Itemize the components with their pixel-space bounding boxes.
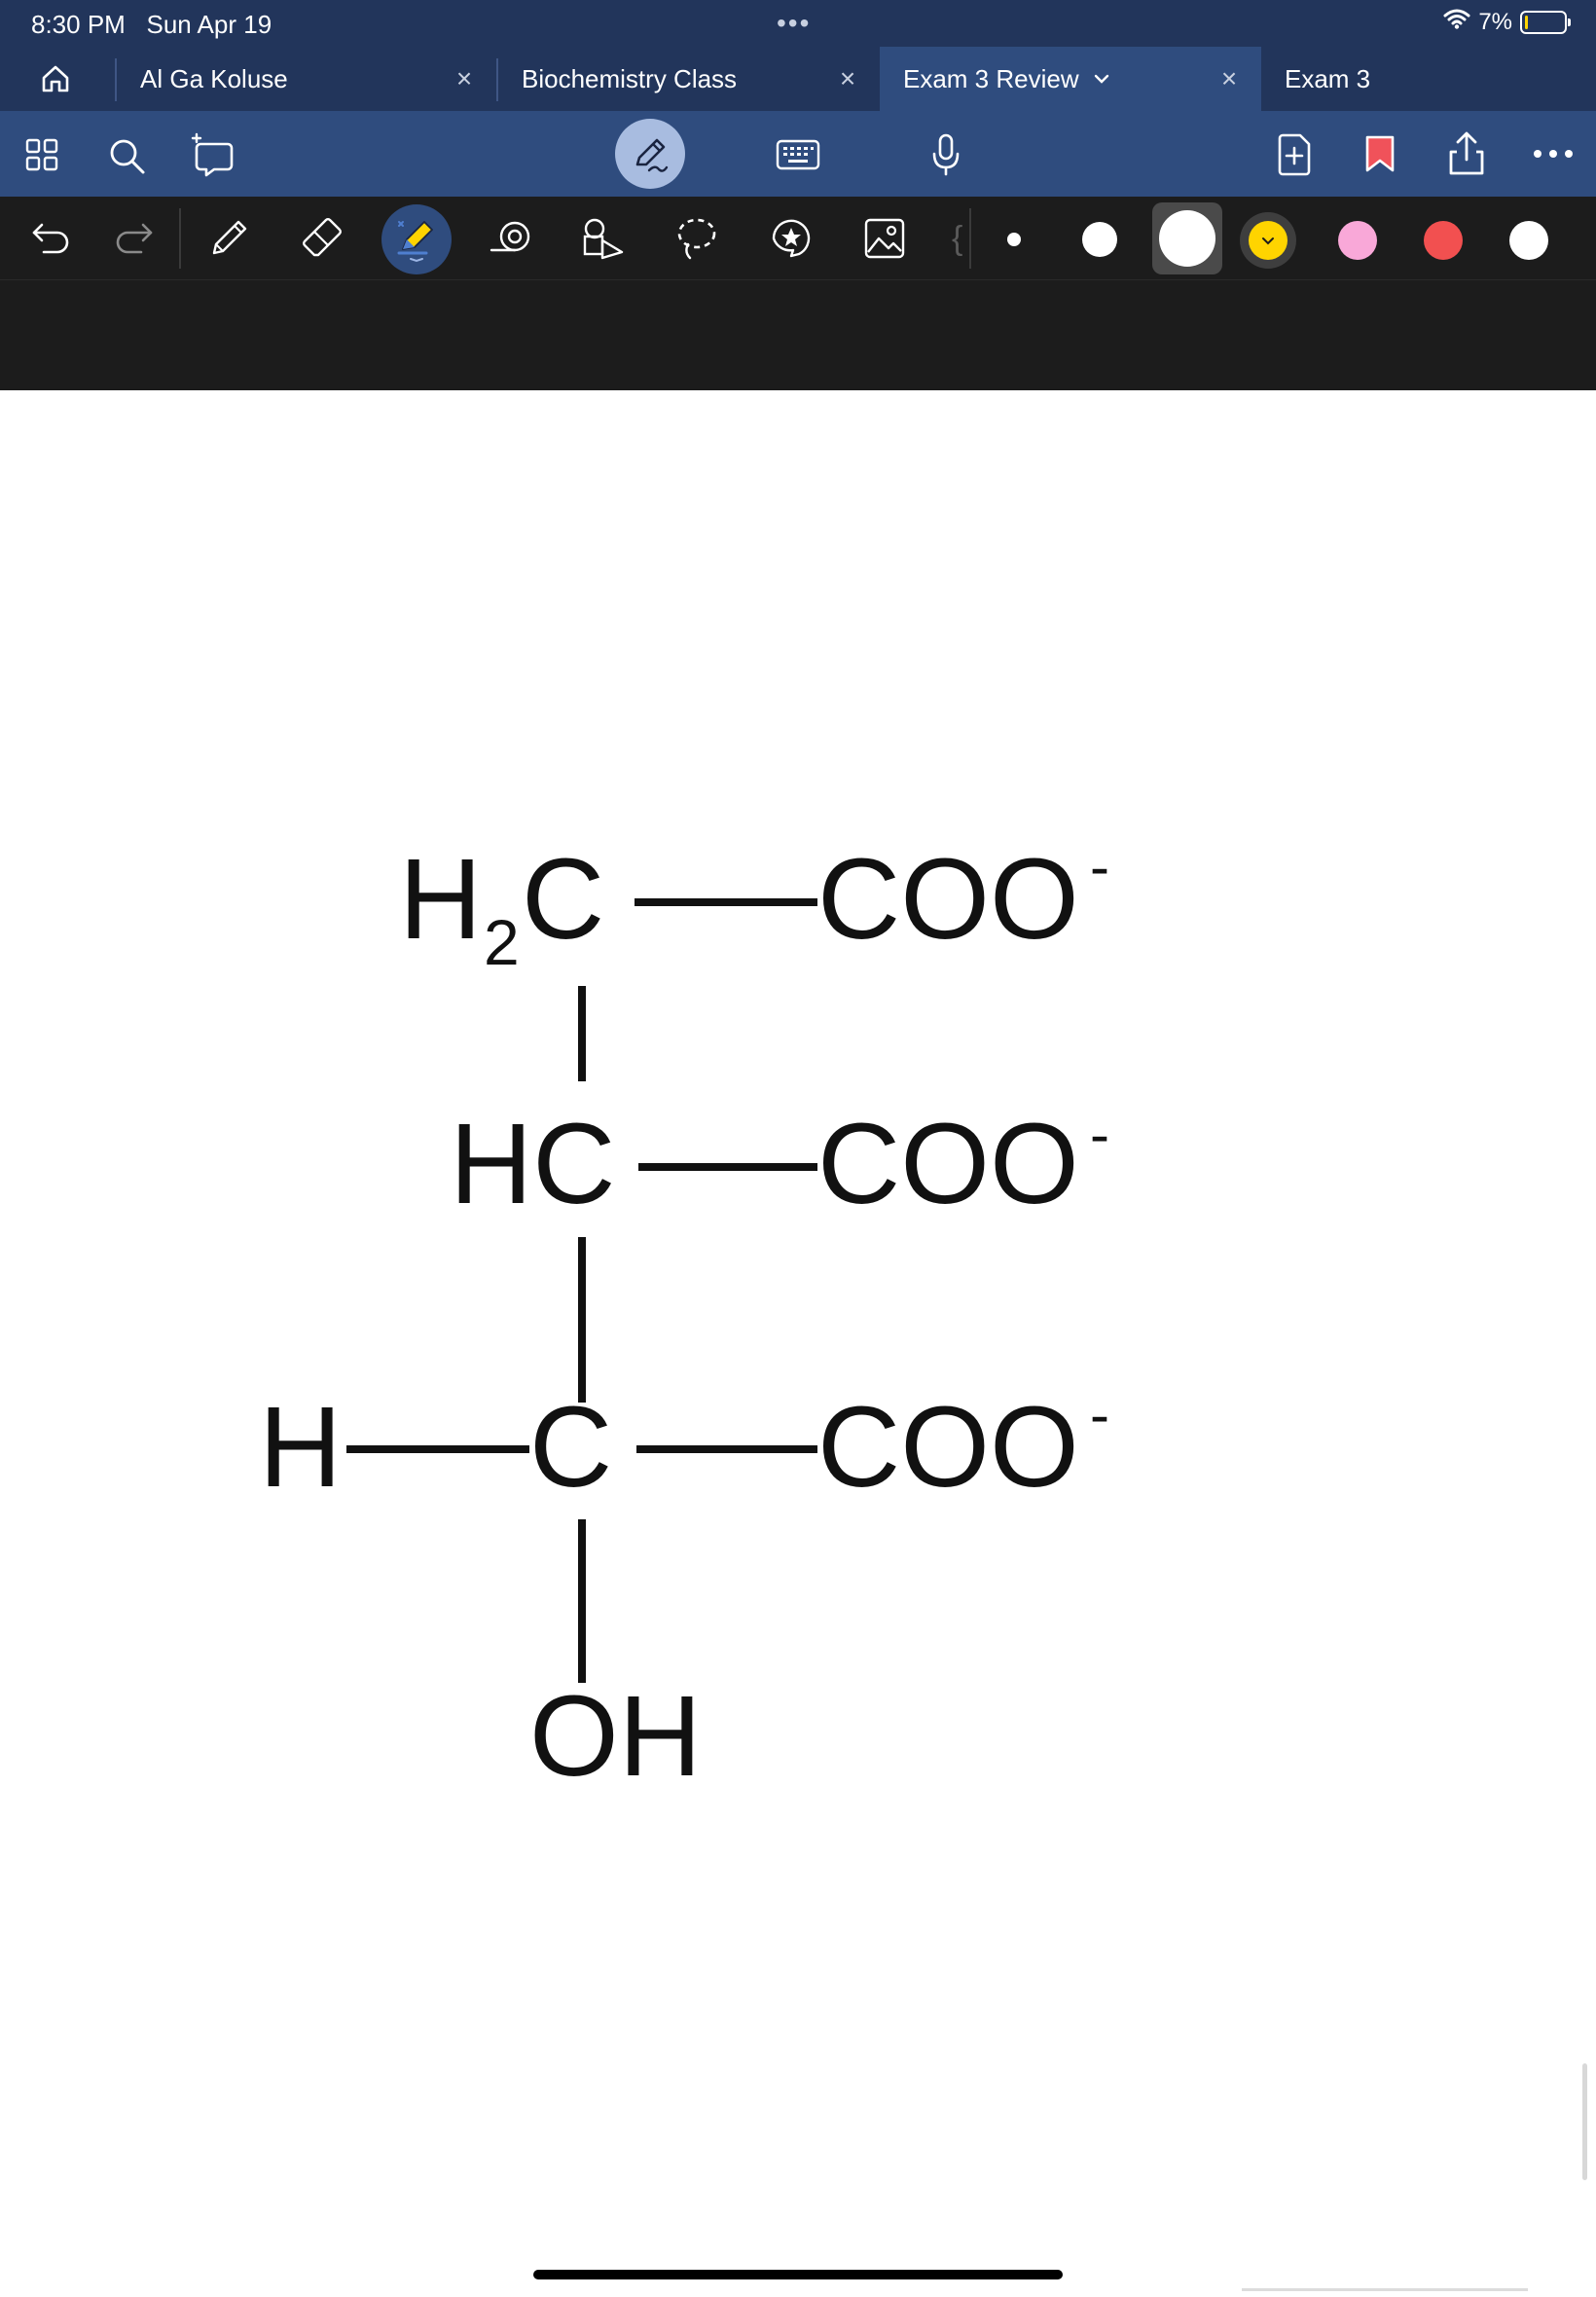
row3-h: H [259,1383,342,1512]
undo-icon[interactable] [29,218,72,257]
shapes-icon[interactable] [578,214,627,263]
chevron-down-icon[interactable] [1093,73,1110,85]
battery-icon [1520,10,1571,34]
keyboard-icon[interactable] [775,136,821,173]
image-icon[interactable] [862,216,907,261]
tab-label: Biochemistry Class [522,63,738,93]
share-icon[interactable] [1444,128,1489,179]
row1-charge: - [1090,834,1109,899]
close-icon[interactable]: × [1216,63,1242,93]
tab-bar: Al Ga Koluse × Biochemistry Class × Exam… [0,47,1596,111]
row1-coo: COO [817,835,1079,964]
time-text: 8:30 PM [31,10,126,39]
citrate-structure: H 2 C COO - HC COO - H C COO - OH [259,834,1109,1801]
highlighter-icon[interactable] [381,204,452,274]
sticker-icon[interactable] [765,216,817,261]
lasso-icon[interactable] [673,214,720,263]
pencil-icon[interactable] [206,214,253,261]
more-icon[interactable] [1532,146,1575,162]
tab-biochemistry-class[interactable]: Biochemistry Class × [498,47,880,111]
row3-coo: COO [817,1383,1079,1512]
tab-exam-3[interactable]: Exam 3 [1261,47,1596,111]
size-small-dot[interactable] [1000,226,1028,253]
status-bar: 8:30 PM Sun Apr 19 ••• 7% [0,0,1596,47]
redo-icon[interactable] [113,218,156,257]
eraser-icon[interactable] [298,214,346,261]
close-icon[interactable]: × [835,63,860,93]
close-icon[interactable]: × [452,63,477,93]
pen-mode-icon[interactable] [615,119,685,189]
color-swatch-white[interactable] [1508,220,1549,261]
row1-subscript: 2 [484,906,520,978]
microphone-icon[interactable] [926,130,965,179]
color-swatch-pink[interactable] [1337,220,1378,261]
size-medium-dot[interactable] [1080,220,1119,259]
pen-toolbar: { [0,197,1596,280]
scroll-indicator[interactable] [1582,2063,1587,2180]
tape-icon[interactable] [487,218,535,259]
row2-hc: HC [450,1100,615,1228]
wifi-icon [1443,8,1470,36]
home-indicator[interactable] [533,2270,1063,2279]
toolbar-divider [969,208,971,269]
row1-h: H [399,835,482,964]
battery-percent: 7% [1478,8,1512,35]
tab-label: Exam 3 [1285,63,1371,93]
toolbar-spacer [0,280,1596,390]
size-large-dot-selected[interactable] [1152,202,1222,274]
row1-c: C [522,835,604,964]
row2-coo: COO [817,1100,1079,1228]
add-sticky-icon[interactable] [189,130,239,179]
row3-charge: - [1090,1382,1109,1447]
grid-icon[interactable] [23,136,60,173]
tab-label: Al Ga Koluse [140,63,288,93]
add-page-icon[interactable] [1275,130,1314,179]
page-edge-line [1242,2288,1528,2291]
tab-al-ga-koluse[interactable]: Al Ga Koluse × [117,47,496,111]
bookmark-icon[interactable] [1362,132,1397,175]
color-swatch-yellow-selected[interactable] [1240,212,1296,269]
main-toolbar [0,111,1596,197]
status-time: 8:30 PM Sun Apr 19 [31,10,272,40]
note-canvas[interactable]: H 2 C COO - HC COO - H C COO - OH [0,390,1596,2297]
tab-exam-3-review[interactable]: Exam 3 Review × [880,47,1261,111]
battery-level [1525,15,1528,29]
toolbar-divider [179,208,181,269]
color-swatch-red[interactable] [1423,220,1464,261]
date-text: Sun Apr 19 [146,10,272,39]
search-icon[interactable] [105,134,148,177]
brace-icon: { [952,220,963,257]
multitask-dots-icon[interactable]: ••• [777,8,811,39]
row3-c: C [529,1383,612,1512]
tab-label: Exam 3 Review [903,63,1079,93]
status-right: 7% [1443,8,1571,36]
row2-charge: - [1090,1102,1109,1167]
home-icon[interactable] [37,62,74,95]
hydroxyl-oh: OH [529,1672,702,1801]
